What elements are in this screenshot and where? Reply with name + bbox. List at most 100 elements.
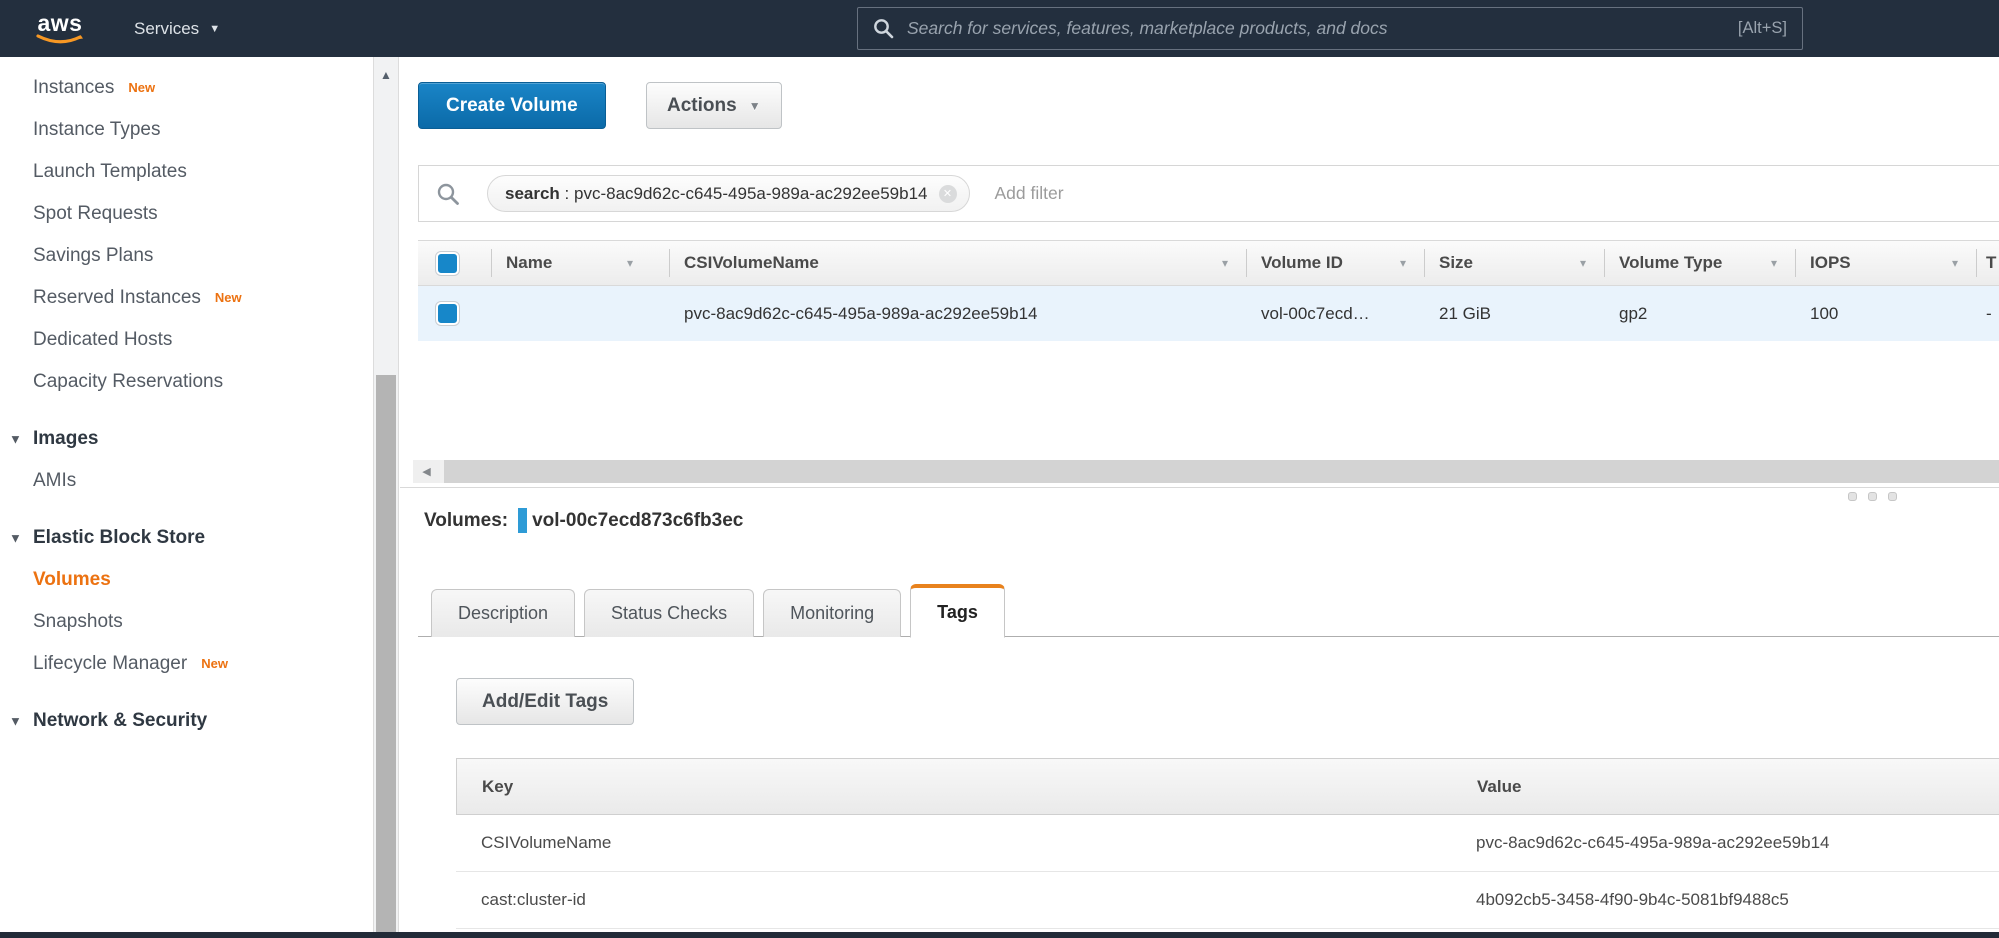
sidebar-item-lifecycle-manager[interactable]: Lifecycle Manager New bbox=[0, 643, 373, 685]
horizontal-scrollbar-thumb[interactable] bbox=[444, 460, 1999, 483]
cell-csivolumename: pvc-8ac9d62c-c645-495a-989a-ac292ee59b14 bbox=[669, 286, 1246, 341]
cell-volume-type: gp2 bbox=[1604, 286, 1795, 341]
cell-throughput: - bbox=[1976, 286, 1999, 341]
column-header-iops[interactable]: IOPS ▾ bbox=[1795, 241, 1976, 285]
detail-panel-title: Volumes: vol-00c7ecd873c6fb3ec bbox=[424, 508, 743, 533]
detail-title-volume-id: vol-00c7ecd873c6fb3ec bbox=[532, 510, 743, 532]
column-header-name[interactable]: Name ▾ bbox=[491, 241, 669, 285]
services-menu[interactable]: Services ▼ bbox=[134, 19, 220, 39]
tab-description[interactable]: Description bbox=[431, 589, 575, 637]
sort-caret-icon[interactable]: ▾ bbox=[627, 256, 633, 270]
sidebar-item-volumes[interactable]: Volumes bbox=[0, 559, 373, 601]
sidebar-section-label: Images bbox=[33, 428, 98, 450]
select-all-checkbox[interactable] bbox=[436, 252, 459, 275]
volumes-table: Name ▾ CSIVolumeName ▾ Volume ID ▾ Size … bbox=[418, 240, 1999, 341]
filter-tag[interactable]: search : pvc-8ac9d62c-c645-495a-989a-ac2… bbox=[487, 175, 970, 212]
sidebar-item-label: Lifecycle Manager bbox=[33, 653, 187, 675]
new-badge: New bbox=[201, 656, 228, 671]
sidebar-item-label: Capacity Reservations bbox=[33, 371, 223, 393]
volumes-table-header: Name ▾ CSIVolumeName ▾ Volume ID ▾ Size … bbox=[418, 240, 1999, 286]
filter-bar[interactable]: search : pvc-8ac9d62c-c645-495a-989a-ac2… bbox=[418, 165, 1999, 222]
cell-volume-id: vol-00c7ecd… bbox=[1246, 286, 1424, 341]
sidebar-item-label: Volumes bbox=[33, 569, 111, 591]
sidebar-item-capacity-reservations[interactable]: Capacity Reservations bbox=[0, 361, 373, 403]
tags-header-key: Key bbox=[457, 777, 1457, 797]
scroll-up-arrow-icon[interactable]: ▲ bbox=[380, 68, 392, 82]
sidebar-section-label: Network & Security bbox=[33, 710, 207, 732]
filter-tag-key: search bbox=[505, 184, 560, 204]
sidebar-section-network-security[interactable]: ▼ Network & Security bbox=[0, 700, 373, 742]
sort-caret-icon[interactable]: ▾ bbox=[1952, 256, 1958, 270]
section-caret-icon: ▼ bbox=[9, 531, 22, 546]
sidebar-item-amis[interactable]: AMIs bbox=[0, 460, 373, 502]
sidebar-item-dedicated-hosts[interactable]: Dedicated Hosts bbox=[0, 319, 373, 361]
tags-header-value: Value bbox=[1457, 777, 1999, 797]
create-volume-label: Create Volume bbox=[446, 95, 578, 117]
tab-tags[interactable]: Tags bbox=[910, 584, 1005, 638]
panel-divider bbox=[400, 487, 1999, 488]
cell-iops: 100 bbox=[1795, 286, 1976, 341]
sidebar-item-label: Instance Types bbox=[33, 119, 160, 141]
tags-table: Key Value CSIVolumeName pvc-8ac9d62c-c64… bbox=[456, 758, 1999, 929]
cell-size: 21 GiB bbox=[1424, 286, 1604, 341]
sidebar-section-elastic-block-store[interactable]: ▼ Elastic Block Store bbox=[0, 517, 373, 559]
sidebar-item-label: Instances bbox=[33, 77, 114, 99]
table-row: CSIVolumeName pvc-8ac9d62c-c645-495a-989… bbox=[456, 815, 1999, 872]
tag-key: CSIVolumeName bbox=[456, 833, 1456, 853]
column-header-volume-type[interactable]: Volume Type ▾ bbox=[1604, 241, 1795, 285]
sidebar-item-spot-requests[interactable]: Spot Requests bbox=[0, 193, 373, 235]
sidebar-item-reserved-instances[interactable]: Reserved Instances New bbox=[0, 277, 373, 319]
table-row[interactable]: pvc-8ac9d62c-c645-495a-989a-ac292ee59b14… bbox=[418, 286, 1999, 341]
sidebar-scrollbar[interactable]: ▲ bbox=[373, 57, 399, 938]
aws-logo[interactable]: aws bbox=[34, 12, 86, 45]
sidebar-item-savings-plans[interactable]: Savings Plans bbox=[0, 235, 373, 277]
tab-status-checks[interactable]: Status Checks bbox=[584, 589, 754, 637]
table-row: cast:cluster-id 4b092cb5-3458-4f90-9b4c-… bbox=[456, 872, 1999, 929]
section-caret-icon: ▼ bbox=[9, 714, 22, 729]
section-caret-icon: ▼ bbox=[9, 432, 22, 447]
sort-caret-icon[interactable]: ▾ bbox=[1222, 256, 1228, 270]
sidebar-item-snapshots[interactable]: Snapshots bbox=[0, 601, 373, 643]
sort-caret-icon[interactable]: ▾ bbox=[1580, 256, 1586, 270]
sort-caret-icon[interactable]: ▾ bbox=[1400, 256, 1406, 270]
tags-table-header: Key Value bbox=[456, 758, 1999, 815]
create-volume-button[interactable]: Create Volume bbox=[418, 82, 606, 129]
global-search-box[interactable]: Search for services, features, marketpla… bbox=[857, 7, 1803, 50]
actions-button[interactable]: Actions ▼ bbox=[646, 82, 782, 129]
sidebar-section-images[interactable]: ▼ Images bbox=[0, 418, 373, 460]
detail-title-prefix: Volumes: bbox=[424, 510, 508, 532]
main-content: Create Volume Actions ▼ search : pvc-8ac… bbox=[400, 57, 1999, 932]
sidebar-item-label: AMIs bbox=[33, 470, 76, 492]
sidebar-item-instances[interactable]: Instances New bbox=[0, 67, 373, 109]
column-header-size[interactable]: Size ▾ bbox=[1424, 241, 1604, 285]
tab-monitoring[interactable]: Monitoring bbox=[763, 589, 901, 637]
add-filter-input[interactable]: Add filter bbox=[995, 183, 1064, 204]
sidebar-item-label: Launch Templates bbox=[33, 161, 187, 183]
horizontal-scrollbar[interactable]: ◀ bbox=[413, 460, 1999, 483]
sidebar-item-label: Dedicated Hosts bbox=[33, 329, 172, 351]
row-checkbox[interactable] bbox=[436, 302, 459, 325]
sidebar-item-launch-templates[interactable]: Launch Templates bbox=[0, 151, 373, 193]
header-checkbox-cell bbox=[418, 241, 491, 285]
new-badge: New bbox=[215, 290, 242, 305]
column-header-volume-id[interactable]: Volume ID ▾ bbox=[1246, 241, 1424, 285]
new-badge: New bbox=[128, 80, 155, 95]
column-header-throughput[interactable]: T bbox=[1976, 241, 1999, 285]
sidebar-item-label: Snapshots bbox=[33, 611, 123, 633]
sort-caret-icon[interactable]: ▾ bbox=[1771, 256, 1777, 270]
add-edit-tags-button[interactable]: Add/Edit Tags bbox=[456, 678, 634, 725]
sidebar-scrollbar-thumb[interactable] bbox=[376, 375, 396, 938]
detail-tabs: Description Status Checks Monitoring Tag… bbox=[431, 584, 1014, 637]
tag-value: 4b092cb5-3458-4f90-9b4c-5081bf9488c5 bbox=[1456, 890, 1999, 910]
tag-key: cast:cluster-id bbox=[456, 890, 1456, 910]
panel-resize-handle[interactable] bbox=[1848, 492, 1897, 501]
remove-filter-icon[interactable]: ✕ bbox=[939, 185, 957, 203]
scroll-left-arrow-icon[interactable]: ◀ bbox=[413, 460, 440, 483]
chevron-down-icon: ▼ bbox=[749, 99, 761, 113]
filter-tag-value: pvc-8ac9d62c-c645-495a-989a-ac292ee59b14 bbox=[574, 184, 928, 204]
sidebar-section-label: Elastic Block Store bbox=[33, 527, 205, 549]
column-header-csivolumename[interactable]: CSIVolumeName ▾ bbox=[669, 241, 1246, 285]
chevron-down-icon: ▼ bbox=[209, 23, 220, 35]
search-icon bbox=[436, 182, 460, 206]
sidebar-item-instance-types[interactable]: Instance Types bbox=[0, 109, 373, 151]
